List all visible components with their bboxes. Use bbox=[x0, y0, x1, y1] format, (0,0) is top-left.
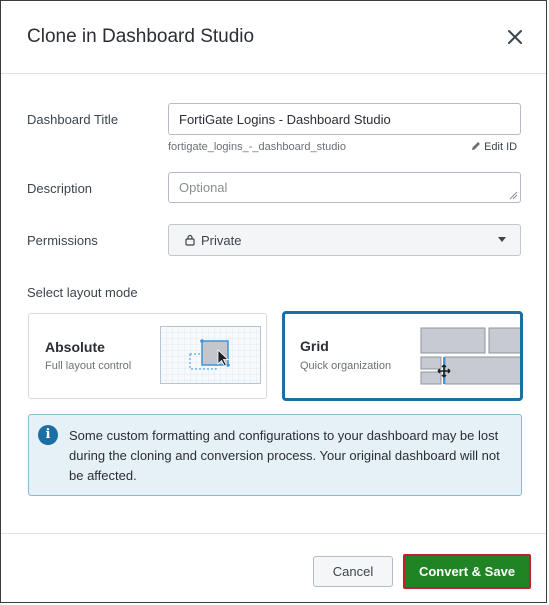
layout-card-absolute[interactable]: Absolute Full layout control bbox=[28, 313, 267, 399]
close-icon[interactable] bbox=[504, 26, 526, 48]
description-placeholder: Optional bbox=[179, 180, 228, 195]
edit-id-link[interactable]: Edit ID bbox=[471, 141, 517, 153]
dialog-header: Clone in Dashboard Studio bbox=[1, 1, 546, 74]
grid-layout-illustration bbox=[420, 327, 520, 385]
pencil-icon bbox=[472, 142, 480, 150]
dashboard-title-label: Dashboard Title bbox=[27, 112, 119, 127]
clone-dialog: Clone in Dashboard Studio Dashboard Titl… bbox=[0, 0, 547, 603]
layout-card-grid[interactable]: Grid Quick organization bbox=[282, 311, 523, 401]
info-banner: i Some custom formatting and configurati… bbox=[28, 414, 522, 496]
layout-card-title: Grid bbox=[300, 338, 329, 354]
info-message: Some custom formatting and configuration… bbox=[69, 428, 500, 483]
layout-card-subtitle: Quick organization bbox=[300, 360, 392, 372]
dashboard-title-value: FortiGate Logins - Dashboard Studio bbox=[179, 112, 391, 127]
info-icon: i bbox=[38, 425, 58, 445]
permissions-value: Private bbox=[201, 233, 242, 248]
permissions-label: Permissions bbox=[27, 233, 98, 248]
permissions-select[interactable]: Private bbox=[168, 224, 521, 256]
cancel-button[interactable]: Cancel bbox=[313, 556, 393, 587]
layout-mode-label: Select layout mode bbox=[27, 285, 138, 300]
resize-handle-icon[interactable] bbox=[509, 191, 518, 200]
dialog-title: Clone in Dashboard Studio bbox=[27, 26, 255, 47]
dashboard-title-input[interactable]: FortiGate Logins - Dashboard Studio bbox=[168, 103, 521, 135]
layout-card-subtitle: Full layout control bbox=[45, 360, 132, 372]
dashboard-id-text: fortigate_logins_-_dashboard_studio bbox=[168, 141, 346, 153]
convert-save-button[interactable]: Convert & Save bbox=[403, 554, 531, 589]
description-label: Description bbox=[27, 181, 93, 196]
footer-divider bbox=[1, 533, 546, 534]
lock-icon bbox=[185, 234, 195, 246]
edit-id-label: Edit ID bbox=[484, 141, 518, 153]
layout-card-title: Absolute bbox=[45, 339, 105, 355]
chevron-down-icon bbox=[498, 237, 506, 242]
absolute-layout-illustration bbox=[160, 326, 261, 384]
description-textarea[interactable]: Optional bbox=[168, 172, 521, 203]
